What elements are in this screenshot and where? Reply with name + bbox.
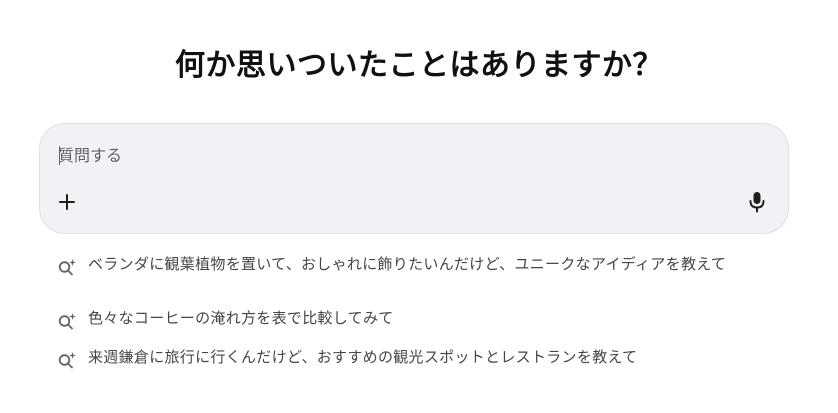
suggestion-list: ベランダに観葉植物を置いて、おしゃれに飾りたいんだけど、ユニークなアイディアを教… — [57, 254, 737, 369]
add-button[interactable] — [51, 186, 83, 218]
page: 何か思いついたことはありますか？ ベランダに観葉植物を置いて、おしゃれに飾りたい… — [0, 0, 838, 413]
search-sparkle-icon — [58, 259, 76, 276]
search-sparkle-icon — [58, 352, 76, 369]
suggestion-text: 色々なコーヒーの淹れ方を表で比較してみて — [88, 309, 394, 327]
suggestion-item[interactable]: ベランダに観葉植物を置いて、おしゃれに飾りたいんだけど、ユニークなアイディアを教… — [57, 254, 737, 296]
suggestion-item[interactable]: 来週鎌倉に旅行に行くんだけど、おすすめの観光スポットとレストランを教えて — [57, 347, 737, 369]
suggestion-item[interactable]: 色々なコーヒーの淹れ方を表で比較してみて — [57, 308, 737, 330]
plus-icon — [59, 194, 75, 210]
microphone-button[interactable] — [741, 186, 773, 218]
suggestion-text: 来週鎌倉に旅行に行くんだけど、おすすめの観光スポットとレストランを教えて — [88, 348, 638, 366]
prompt-composer[interactable] — [39, 123, 789, 234]
microphone-icon — [749, 192, 765, 213]
prompt-input[interactable] — [58, 142, 658, 168]
text-caret — [59, 146, 60, 165]
suggestion-text: ベランダに観葉植物を置いて、おしゃれに飾りたいんだけど、ユニークなアイディアを教… — [88, 255, 727, 273]
page-title: 何か思いついたことはありますか？ — [175, 48, 663, 83]
search-sparkle-icon — [58, 313, 76, 330]
